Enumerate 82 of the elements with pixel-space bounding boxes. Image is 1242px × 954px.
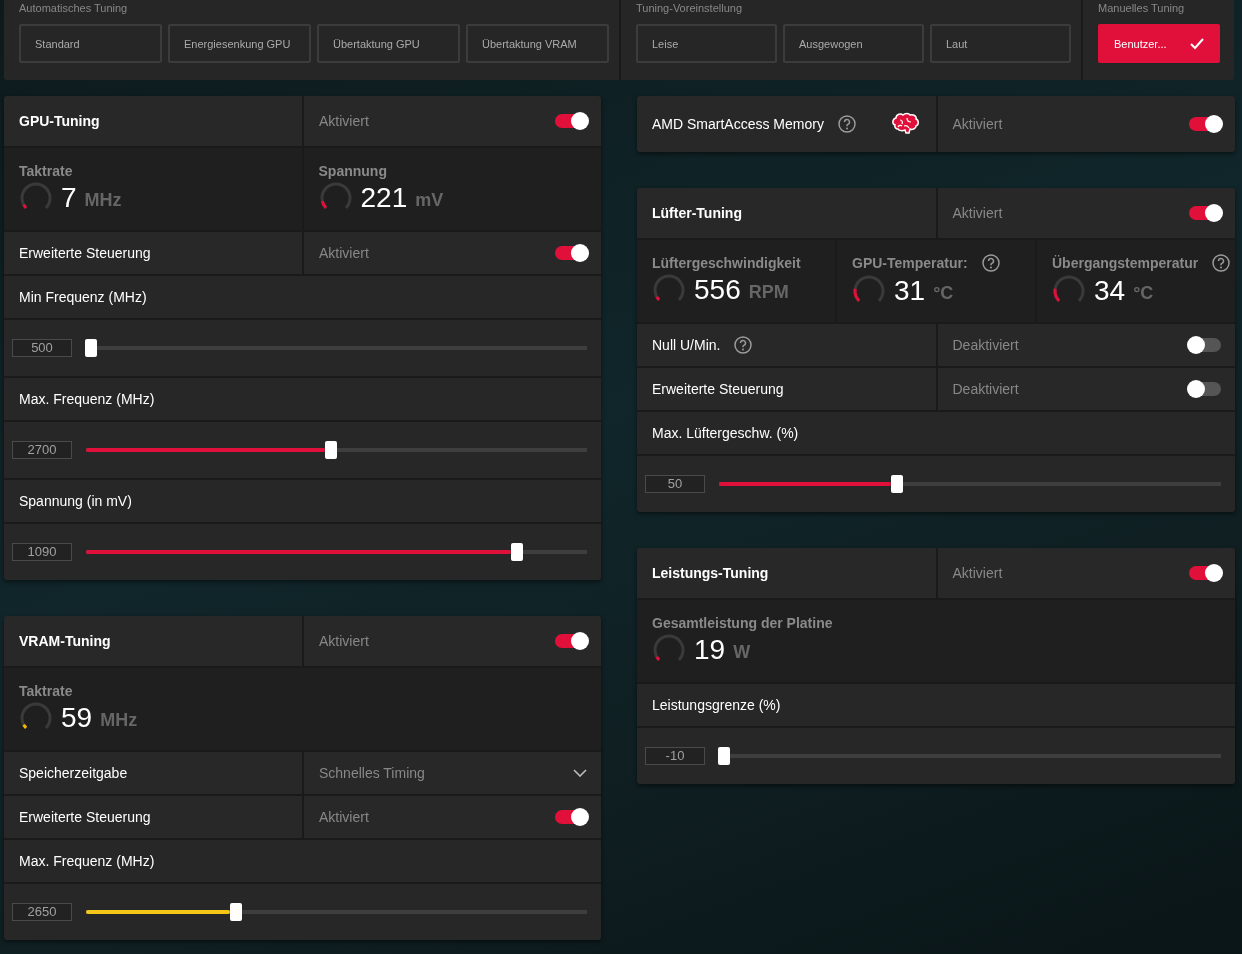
metric-label: Taktrate (19, 163, 73, 179)
preset-button[interactable]: Standard (19, 24, 162, 63)
metric-unit: RPM (748, 281, 789, 303)
value-field[interactable]: 1090 (12, 543, 72, 561)
value-field[interactable]: 2650 (12, 903, 72, 921)
metric-label: Spannung (318, 163, 387, 179)
metric-unit: W (733, 641, 751, 663)
slider-thumb[interactable] (891, 475, 904, 493)
section-title: Lüfter-Tuning (652, 205, 742, 221)
setting-label: Max. Lüftergeschw. (%) (652, 425, 799, 441)
toggle-switch[interactable] (555, 246, 587, 260)
toggle-switch[interactable] (1189, 382, 1221, 396)
toggle-switch[interactable] (1189, 338, 1221, 352)
slider-thumb[interactable] (718, 747, 730, 765)
dropdown[interactable]: Schnelles Timing (304, 752, 601, 794)
status-text: Aktiviert (952, 205, 1003, 221)
preset-button[interactable]: Übertaktung VRAM (466, 24, 609, 63)
group-label: Automatisches Tuning (19, 1, 129, 16)
metric-unit: °C (933, 282, 954, 304)
metric-unit: °C (1133, 282, 1154, 304)
value-field[interactable]: 2700 (12, 441, 72, 459)
status-text: Deaktiviert (952, 381, 1019, 397)
toggle-switch[interactable] (1189, 117, 1221, 131)
metric-value: 34 (1094, 275, 1126, 307)
check-icon (1190, 37, 1204, 50)
preset-button[interactable]: Laut (930, 24, 1071, 63)
value-field[interactable]: 500 (12, 339, 72, 357)
metric-label: Übergangstemperatur (1052, 255, 1199, 271)
status-text: Aktiviert (319, 809, 369, 825)
metric-value: 556 (694, 274, 741, 306)
setting-label: Speicherzeitgabe (19, 765, 128, 781)
metric-unit: mV (415, 189, 444, 211)
toggle-switch[interactable] (555, 114, 587, 128)
toggle-switch[interactable] (1189, 566, 1221, 580)
setting-label: Min Frequenz (MHz) (19, 289, 147, 305)
setting-label: Leistungsgrenze (%) (652, 697, 781, 713)
preset-button[interactable]: Ausgewogen (783, 24, 924, 63)
metric-value: 31 (894, 275, 926, 307)
toggle-switch[interactable] (1189, 206, 1221, 220)
slider-thumb[interactable] (510, 543, 523, 561)
metric-value: 221 (360, 182, 408, 214)
slider-thumb[interactable] (325, 441, 338, 459)
status-text: Aktiviert (952, 116, 1003, 132)
setting-label: Null U/Min. (652, 337, 721, 353)
preset-button[interactable]: Übertaktung GPU (317, 24, 460, 63)
setting-label: Erweiterte Steuerung (19, 809, 151, 825)
preset-button[interactable]: Leise (636, 24, 777, 63)
metric-value: 59 (61, 702, 93, 734)
metric-label: GPU-Temperatur: (852, 255, 968, 271)
setting-label: Erweiterte Steuerung (652, 381, 784, 397)
metric-value: 7 (61, 182, 77, 214)
toggle-switch[interactable] (555, 634, 587, 648)
status-text: Aktiviert (319, 113, 369, 129)
section-title: GPU-Tuning (19, 113, 100, 129)
setting-label: Max. Frequenz (MHz) (19, 391, 155, 407)
setting-label: AMD SmartAccess Memory (652, 116, 824, 132)
metric-label: Lüftergeschwindigkeit (652, 255, 801, 271)
preset-button[interactable]: Energiesenkung GPU (168, 24, 311, 63)
value-field[interactable]: 50 (645, 475, 705, 493)
status-text: Aktiviert (319, 633, 369, 649)
section-title: VRAM-Tuning (19, 633, 111, 649)
status-text: Aktiviert (952, 565, 1003, 581)
slider-thumb[interactable] (85, 339, 97, 357)
brain-icon (890, 112, 921, 136)
value-field[interactable]: -10 (645, 747, 705, 765)
toggle-switch[interactable] (555, 810, 587, 824)
section-title: Leistungs-Tuning (652, 565, 769, 581)
metric-unit: MHz (84, 189, 122, 211)
group-label: Manuelles Tuning (1098, 1, 1186, 16)
metric-label: Taktrate (19, 683, 73, 699)
metric-value: 19 (694, 634, 726, 666)
status-text: Aktiviert (319, 245, 369, 261)
group-label: Tuning-Voreinstellung (636, 1, 743, 16)
metric-unit: MHz (100, 709, 138, 731)
setting-label: Max. Frequenz (MHz) (19, 853, 155, 869)
metric-label: Gesamtleistung der Platine (652, 615, 833, 631)
setting-label: Erweiterte Steuerung (19, 245, 151, 261)
slider-thumb[interactable] (230, 903, 243, 921)
chevron-down-icon (573, 769, 587, 777)
status-text: Deaktiviert (952, 337, 1019, 353)
preset-button[interactable]: Benutzer... (1098, 24, 1220, 63)
setting-label: Spannung (in mV) (19, 493, 132, 509)
